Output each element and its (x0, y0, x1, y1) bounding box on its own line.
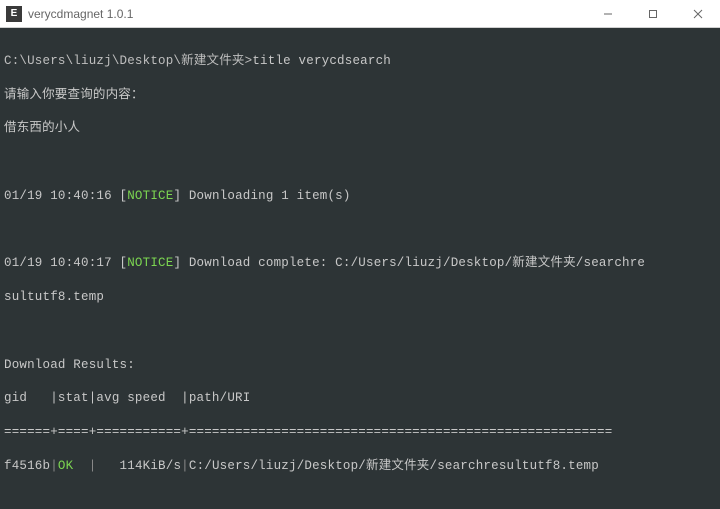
log-line: 01/19 10:40:16 [NOTICE] Downloading 1 it… (4, 188, 716, 205)
close-icon (693, 9, 703, 19)
close-button[interactable] (675, 0, 720, 27)
blank-line (4, 222, 716, 239)
blank-line (4, 154, 716, 171)
terminal-output[interactable]: C:\Users\liuzj\Desktop\新建文件夹>title veryc… (0, 28, 720, 509)
maximize-button[interactable] (630, 0, 675, 27)
notice-tag: NOTICE (127, 256, 173, 270)
table-row: f4516b|OK | 114KiB/s|C:/Users/liuzj/Desk… (4, 458, 716, 475)
input-hint: 请输入你要查询的内容： (4, 87, 716, 104)
prompt-line: C:\Users\liuzj\Desktop\新建文件夹>title veryc… (4, 53, 716, 70)
window-controls (585, 0, 720, 27)
blank-line (4, 323, 716, 340)
query-text: 借东西的小人 (4, 120, 716, 137)
minimize-button[interactable] (585, 0, 630, 27)
results-header: Download Results: (4, 357, 716, 374)
blank-line (4, 492, 716, 509)
notice-tag: NOTICE (127, 189, 173, 203)
log-line: 01/19 10:40:17 [NOTICE] Download complet… (4, 255, 716, 272)
prompt-path: C:\Users\liuzj\Desktop\新建文件夹> (4, 54, 252, 68)
status-ok: OK (58, 459, 73, 473)
table-divider: ======+====+===========+================… (4, 424, 716, 441)
minimize-icon (603, 9, 613, 19)
prompt-command: title verycdsearch (252, 54, 391, 68)
table-header: gid |stat|avg speed |path/URI (4, 390, 716, 407)
maximize-icon (648, 9, 658, 19)
window-titlebar: E verycdmagnet 1.0.1 (0, 0, 720, 28)
window-title: verycdmagnet 1.0.1 (28, 7, 585, 21)
app-icon: E (6, 6, 22, 22)
log-line-cont: sultutf8.temp (4, 289, 716, 306)
